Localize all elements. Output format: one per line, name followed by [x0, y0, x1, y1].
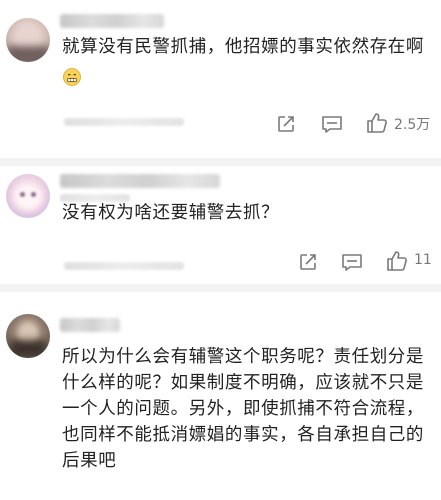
like-icon	[387, 251, 407, 271]
share-icon	[278, 116, 294, 132]
like-button[interactable]	[384, 248, 410, 274]
comment-text-line: 没有权为啥还要辅警去抓？	[62, 203, 280, 223]
like-count: 2.5万	[394, 117, 431, 133]
username-blurred[interactable]	[60, 14, 164, 28]
avatar[interactable]	[6, 18, 50, 62]
comment-text-line: 就算没有民警抓捕，他招嫖的事实依然存在啊	[62, 37, 424, 57]
like-count: 11	[414, 252, 432, 268]
comment-text: 没有权为啥还要辅警去抓？	[62, 200, 440, 226]
comment-text-line: 一个人的问题。另外，即使抓捕不符合流程，	[62, 399, 424, 419]
comment-card: 没有权为啥还要辅警去抓？ 11	[0, 166, 441, 284]
comment-text-line: 什么样的呢？如果制度不明确，应该就不只是	[62, 373, 424, 393]
username-blurred[interactable]	[60, 174, 220, 188]
comment-text: 就算没有民警抓捕，他招嫖的事实依然存在啊	[62, 34, 440, 60]
like-button[interactable]	[364, 110, 390, 136]
grimace-emoji-icon	[63, 68, 81, 86]
comment-text-line: 所以为什么会有辅警这个职务呢？责任划分是	[62, 347, 424, 367]
comment-button[interactable]	[340, 250, 364, 274]
comment-card: 就算没有民警抓捕，他招嫖的事实依然存在啊 2.5万	[0, 0, 441, 158]
comment-icon	[322, 116, 342, 133]
timestamp-blurred	[64, 118, 184, 126]
avatar[interactable]	[6, 314, 50, 358]
comment-icon	[342, 254, 362, 271]
username-blurred[interactable]	[60, 318, 120, 332]
avatar[interactable]	[6, 174, 50, 218]
share-button[interactable]	[274, 112, 298, 136]
comment-text: 所以为什么会有辅警这个职务呢？责任划分是 什么样的呢？如果制度不明确，应该就不只…	[62, 344, 440, 474]
timestamp-blurred	[64, 262, 184, 270]
like-icon	[367, 113, 387, 133]
comment-text-line: 后果吧	[62, 451, 117, 471]
comment-button[interactable]	[320, 112, 344, 136]
comment-card: 所以为什么会有辅警这个职务呢？责任划分是 什么样的呢？如果制度不明确，应该就不只…	[0, 292, 441, 500]
share-button[interactable]	[296, 250, 320, 274]
comment-text-line: 也同样不能抵消嫖娼的事实，各自承担自己的	[62, 425, 424, 445]
share-icon	[300, 254, 316, 270]
